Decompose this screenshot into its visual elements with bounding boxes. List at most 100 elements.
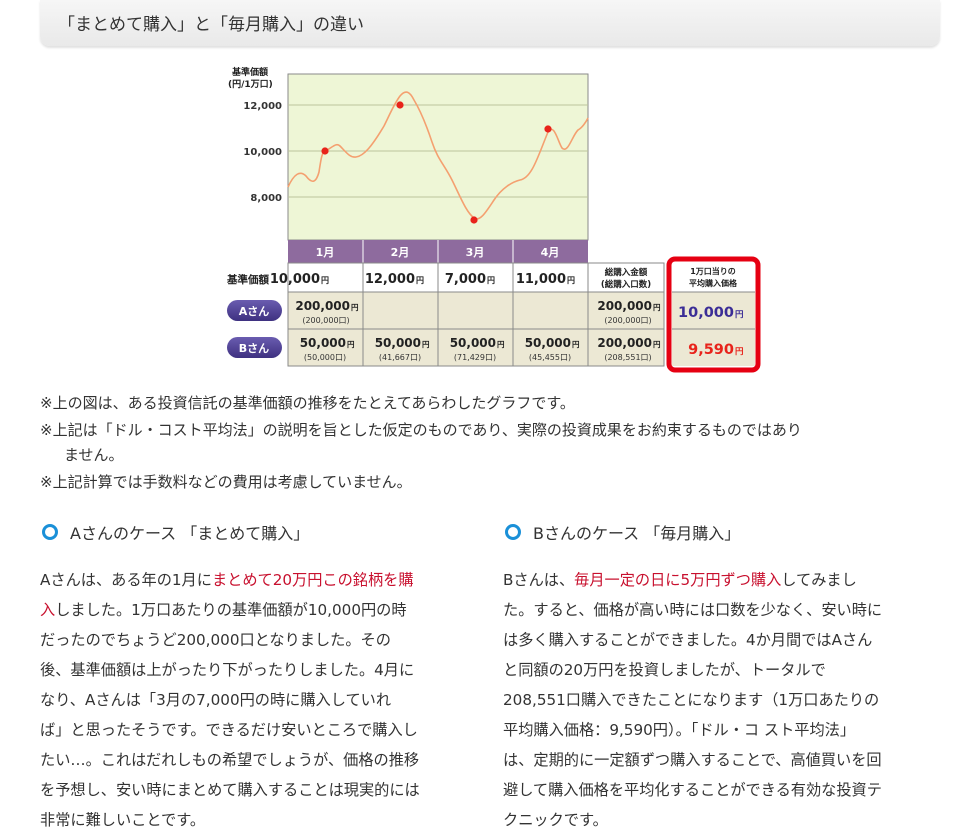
circle-bullet-icon: [42, 524, 58, 540]
avg-header-line1: 1万口当りの: [690, 266, 736, 276]
svg-text:50,000: 50,000: [300, 336, 346, 350]
body-text: た。すると、価格が高い時には口数を少なく、安い時に: [503, 601, 883, 619]
svg-text:50,000: 50,000: [525, 336, 571, 350]
svg-text:10,000: 10,000: [678, 305, 734, 321]
circle-bullet-icon: [505, 524, 521, 540]
a-badge: Aさん: [227, 300, 282, 321]
svg-text:円: 円: [351, 303, 359, 312]
section-header: 「まとめて購入」と「毎月購入」の違い: [40, 0, 940, 46]
y-tick-12000: 12,000: [243, 101, 282, 112]
body-line: 避して購入価格を平均化することができる有効な投資テ: [503, 775, 945, 805]
body-line: Bさんは、毎月一定の日に5万円ずつ購入してみまし: [503, 565, 945, 595]
svg-text:円: 円: [416, 276, 424, 285]
body-line: は、定期的に一定額ずつ購入することで、高値買いを回: [503, 745, 945, 775]
svg-text:円: 円: [735, 347, 744, 357]
svg-text:円: 円: [487, 276, 495, 285]
svg-text:(50,000口): (50,000口): [304, 353, 346, 362]
body-text: と同額の20万円を投資しましたが、トータルで: [503, 661, 826, 679]
y-tick-8000: 8,000: [250, 193, 282, 204]
svg-text:9,590: 9,590: [688, 342, 734, 358]
svg-text:円: 円: [653, 340, 661, 349]
purchase-dot-feb: [396, 101, 404, 109]
case-a: Aさんのケース 「まとめて購入」 Aさんは、ある年の1月にまとめて20万円この銘…: [40, 520, 482, 835]
body-line: Aさんは、ある年の1月にまとめて20万円この銘柄を購: [40, 565, 482, 595]
body-text: 避して購入価格を平均化することができる有効な投資テ: [503, 781, 882, 799]
svg-text:10,000: 10,000: [270, 272, 320, 287]
svg-text:(41,667口): (41,667口): [379, 353, 421, 362]
note-2-cont: ません。: [64, 446, 124, 464]
body-line: 208,551口購入できたことになります（1万口あたりの: [503, 685, 945, 715]
note-1: ※上の図は、ある投資信託の基準価額の推移をたとえてあらわしたグラフです。: [40, 394, 575, 412]
body-text: 平均購入価格：9,590円）。「ドル・コ スト平均法」: [503, 721, 856, 739]
purchase-dot-mar: [470, 216, 478, 224]
body-text: 非常に難しいことです。: [40, 811, 206, 829]
svg-text:200,000: 200,000: [295, 299, 350, 313]
body-line: ば」と思ったそうです。できるだけ安いところで購入し: [40, 715, 482, 745]
body-text: 208,551口購入できたことになります（1万口あたりの: [503, 691, 880, 709]
svg-text:円: 円: [497, 340, 505, 349]
case-a-body: Aさんは、ある年の1月にまとめて20万円この銘柄を購 入しました。1万口あたりの基…: [40, 565, 482, 835]
month-label-mar: 3月: [466, 246, 485, 259]
body-text: は、定期的に一定額ずつ購入することで、高値買いを回: [503, 751, 882, 769]
row-label-price: 基準価額: [226, 273, 269, 286]
body-text: Bさんは、: [503, 571, 575, 589]
price-chart: 基準価額 (円/1万口) 12,000 10,000 8,000 1月 2月 3…: [226, 66, 761, 373]
purchase-dot-apr: [544, 125, 552, 133]
svg-text:円: 円: [735, 310, 744, 320]
svg-text:7,000: 7,000: [445, 272, 486, 287]
svg-text:円: 円: [567, 276, 575, 285]
emphasis-text: 入: [40, 601, 56, 619]
svg-text:(45,455口): (45,455口): [529, 353, 571, 362]
svg-text:円: 円: [422, 340, 430, 349]
case-a-title: Aさんのケース 「まとめて購入」: [70, 524, 310, 543]
svg-text:50,000: 50,000: [450, 336, 496, 350]
body-line: だったのでちょうど200,000口となりました。その: [40, 625, 482, 655]
y-axis-label-1: 基準価額: [231, 66, 268, 78]
body-line: たい…。これはだれしもの希望でしょうが、価格の推移: [40, 745, 482, 775]
body-line: 平均購入価格：9,590円）。「ドル・コ スト平均法」: [503, 715, 945, 745]
svg-text:Bさん: Bさん: [239, 342, 269, 355]
y-tick-10000: 10,000: [243, 147, 282, 158]
y-axis-label-2: (円/1万口): [228, 79, 273, 90]
purchase-dot-jan: [321, 147, 329, 155]
body-text: たい…。これはだれしもの希望でしょうが、価格の推移: [40, 751, 420, 769]
svg-text:(200,000口): (200,000口): [302, 316, 349, 325]
svg-text:円: 円: [653, 303, 661, 312]
body-line: を予想し、安い時にまとめて購入することは現実的には: [40, 775, 482, 805]
note-3: ※上記計算では手数料などの費用は考慮していません。: [40, 473, 412, 491]
body-text: ば」と思ったそうです。できるだけ安いところで購入し: [40, 721, 418, 739]
body-line: 後、基準価額は上がったり下がったりしました。4月に: [40, 655, 482, 685]
case-b-title: Bさんのケース 「毎月購入」: [533, 524, 741, 543]
svg-text:円: 円: [572, 340, 580, 349]
body-text: なり、Aさんは「3月の7,000円の時に購入していれ: [40, 691, 392, 709]
body-line: クニックです。: [503, 805, 945, 835]
svg-text:(71,429口): (71,429口): [454, 353, 496, 362]
body-text: 後、基準価額は上がったり下がったりしました。4月に: [40, 661, 415, 679]
section-title: 「まとめて購入」と「毎月購入」の違い: [58, 15, 364, 35]
note-2: ※上記は「ドル・コスト平均法」の説明を旨とした仮定のものであり、実際の投資成果を…: [40, 421, 802, 439]
case-b: Bさんのケース 「毎月購入」 Bさんは、毎月一定の日に5万円ずつ購入してみました…: [503, 520, 945, 835]
case-b-body: Bさんは、毎月一定の日に5万円ずつ購入してみました。すると、価格が高い時には口数…: [503, 565, 945, 835]
svg-text:(208,551口): (208,551口): [604, 353, 651, 362]
month-label-apr: 4月: [541, 246, 560, 259]
average-price-column: 1万口当りの 平均購入価格 10,000 円 9,590 円: [666, 256, 761, 373]
body-text: しました。1万口あたりの基準価額が10,000円の時: [55, 601, 407, 619]
svg-text:50,000: 50,000: [375, 336, 421, 350]
svg-text:12,000: 12,000: [365, 272, 415, 287]
svg-text:円: 円: [321, 276, 329, 285]
svg-text:Aさん: Aさん: [239, 305, 270, 318]
body-text: クニックです。: [503, 811, 608, 829]
total-header-line1: 総購入金額: [605, 267, 648, 278]
body-text: を予想し、安い時にまとめて購入することは現実的には: [40, 781, 420, 799]
svg-text:11,000: 11,000: [516, 272, 566, 287]
emphasis-text: まとめて20万円この銘柄を購: [211, 571, 414, 589]
body-line: 入しました。1万口あたりの基準価額が10,000円の時: [40, 595, 482, 625]
avg-header-line2: 平均購入価格: [689, 278, 738, 288]
body-text: は多く購入することができました。4か月間ではAさん: [503, 631, 873, 649]
body-text: してみまし: [781, 571, 857, 589]
b-total-cell: 200,000 円 (208,551口): [597, 336, 661, 362]
emphasis-text: 毎月一定の日に5万円ずつ購入: [574, 571, 782, 589]
svg-text:(200,000口): (200,000口): [604, 316, 651, 325]
a-average-value: 10,000 円: [678, 305, 743, 321]
total-header-line2: (総購入口数): [601, 279, 651, 290]
